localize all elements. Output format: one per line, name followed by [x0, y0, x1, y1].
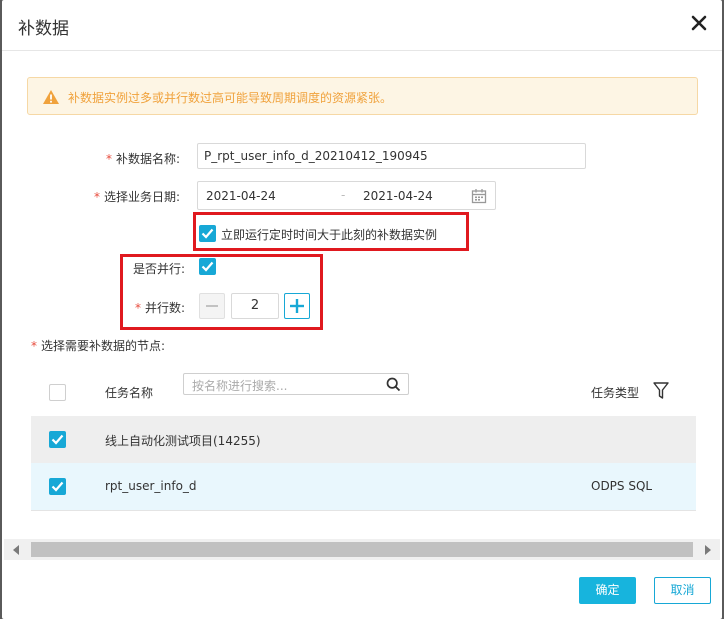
name-label: * 补数据名称:	[106, 150, 180, 167]
scroll-thumb[interactable]	[31, 542, 693, 557]
fill-data-name-input[interactable]: P_rpt_user_info_d_20210412_190945	[197, 143, 586, 169]
search-placeholder: 按名称进行搜索...	[192, 379, 288, 393]
table-row[interactable]: rpt_user_info_d ODPS SQL	[31, 463, 696, 510]
increment-button[interactable]	[284, 293, 310, 319]
decrement-button[interactable]	[199, 293, 225, 319]
required-mark: *	[135, 301, 141, 315]
row-task-name: 线上自动化测试项目(14255)	[105, 434, 261, 448]
required-mark: *	[94, 190, 100, 204]
confirm-button[interactable]: 确定	[579, 577, 636, 604]
run-now-label: 立即运行定时时间大于此刻的补数据实例	[221, 228, 438, 242]
row-task-type: ODPS SQL	[591, 479, 653, 493]
select-all-checkbox[interactable]	[49, 384, 66, 401]
warning-text: 补数据实例过多或并行数过高可能导致周期调度的资源紧张。	[68, 91, 393, 105]
business-date-range-picker[interactable]: 2021-04-24 - 2021-04-24	[197, 181, 496, 210]
parallel-count-input[interactable]: 2	[231, 293, 279, 319]
filter-icon[interactable]	[653, 382, 669, 403]
row-checkbox[interactable]	[49, 431, 66, 448]
horizontal-scrollbar[interactable]	[4, 539, 720, 560]
nodes-label: * 选择需要补数据的节点:	[31, 337, 165, 354]
date-separator: -	[341, 188, 346, 202]
parallel-count-label: * 并行数:	[135, 299, 185, 316]
warning-icon	[42, 89, 60, 108]
close-icon[interactable]	[690, 14, 708, 32]
parallel-label: 是否并行:	[133, 262, 186, 276]
row-task-name: rpt_user_info_d	[105, 479, 197, 493]
date-start[interactable]: 2021-04-24	[206, 189, 276, 203]
scroll-left-icon[interactable]	[13, 545, 19, 555]
task-search-input[interactable]: 按名称进行搜索...	[183, 373, 409, 395]
col-task-name: 任务名称	[105, 386, 154, 400]
search-icon[interactable]	[386, 377, 401, 395]
scroll-right-icon[interactable]	[705, 545, 711, 555]
parallel-checkbox[interactable]	[199, 258, 216, 275]
nodes-label-text: 选择需要补数据的节点:	[41, 339, 166, 353]
date-end[interactable]: 2021-04-24	[363, 189, 433, 203]
calendar-icon[interactable]	[471, 188, 487, 207]
fill-data-dialog: 补数据 补数据实例过多或并行数过高可能导致周期调度的资源紧张。 * 补数据名称: …	[2, 0, 722, 619]
date-label: * 选择业务日期:	[94, 188, 180, 205]
name-label-text: 补数据名称:	[116, 152, 181, 166]
table-row[interactable]: 线上自动化测试项目(14255)	[31, 416, 696, 463]
parallel-count-label-text: 并行数:	[145, 301, 186, 315]
cancel-button[interactable]: 取消	[654, 577, 711, 604]
dialog-title: 补数据	[18, 19, 69, 39]
required-mark: *	[31, 339, 37, 353]
row-divider	[31, 510, 696, 511]
row-checkbox[interactable]	[49, 478, 66, 495]
date-label-text: 选择业务日期:	[104, 190, 181, 204]
run-now-checkbox[interactable]	[199, 225, 216, 242]
warning-banner: 补数据实例过多或并行数过高可能导致周期调度的资源紧张。	[27, 77, 698, 115]
col-task-type: 任务类型	[591, 386, 640, 400]
required-mark: *	[106, 152, 112, 166]
header-divider	[2, 50, 722, 51]
